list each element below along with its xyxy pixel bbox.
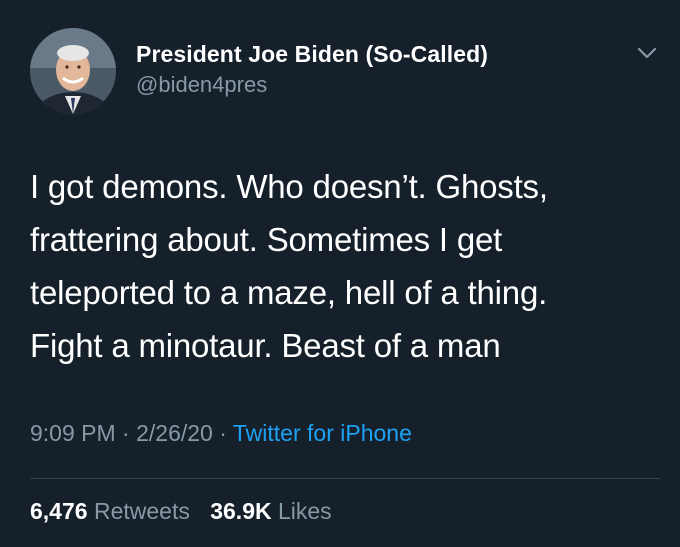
avatar[interactable] (30, 28, 116, 114)
tweet-card: President Joe Biden (So-Called) @biden4p… (0, 0, 680, 547)
tweet-text-line: I got demons. Who doesn’t. Ghosts, (30, 168, 548, 205)
tweet-text-line: Fight a minotaur. Beast of a man (30, 327, 501, 364)
tweet-time[interactable]: 9:09 PM (30, 420, 116, 446)
user-handle[interactable]: @biden4pres (136, 70, 488, 100)
likes-stat[interactable]: 36.9K Likes (210, 498, 331, 524)
divider (30, 478, 660, 479)
tweet-text-line: teleported to a maze, hell of a thing. (30, 274, 548, 311)
avatar-image (30, 28, 116, 114)
chevron-down-icon[interactable] (634, 40, 660, 66)
retweets-count: 6,476 (30, 498, 88, 524)
retweets-label: Retweets (93, 498, 190, 524)
tweet-date[interactable]: 2/26/20 (136, 420, 213, 446)
tweet-stats: 6,476 Retweets 36.9K Likes (30, 498, 346, 525)
likes-count: 36.9K (210, 498, 272, 524)
meta-separator: · (219, 420, 227, 446)
display-name[interactable]: President Joe Biden (So-Called) (136, 40, 488, 68)
tweet-meta: 9:09 PM · 2/26/20 · Twitter for iPhone (30, 420, 412, 447)
likes-label: Likes (277, 498, 332, 524)
tweet-header: President Joe Biden (So-Called) @biden4p… (30, 28, 660, 118)
tweet-text: I got demons. Who doesn’t. Ghosts, fratt… (30, 160, 650, 372)
author-names: President Joe Biden (So-Called) @biden4p… (136, 40, 488, 100)
tweet-source-link[interactable]: Twitter for iPhone (233, 420, 412, 446)
tweet-text-line: frattering about. Sometimes I get (30, 221, 503, 258)
meta-separator: · (122, 420, 130, 446)
retweets-stat[interactable]: 6,476 Retweets (30, 498, 196, 524)
